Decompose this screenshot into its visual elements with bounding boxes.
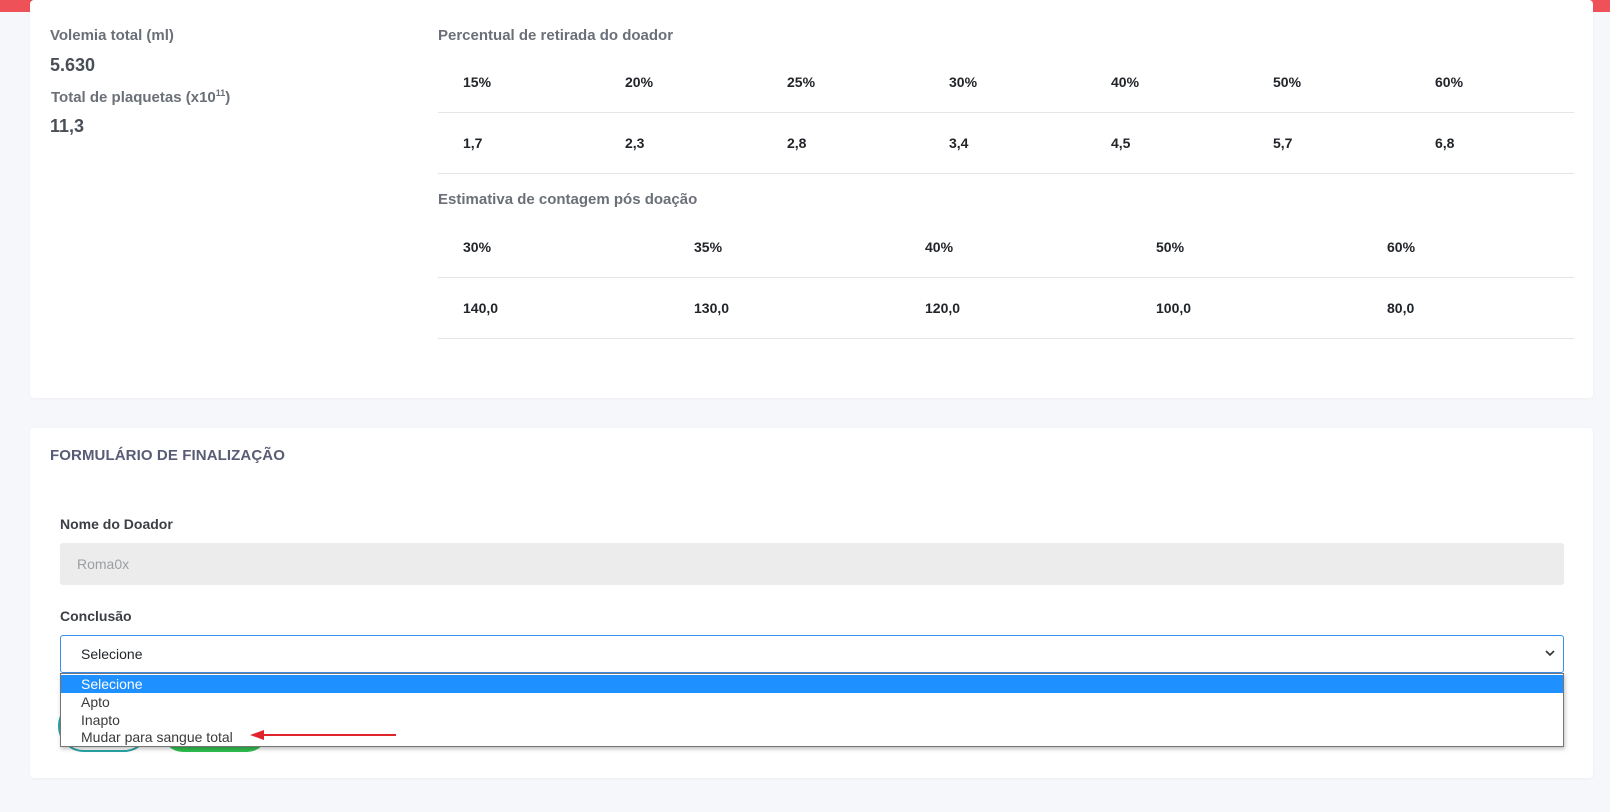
percentual-value-cell: 6,8 xyxy=(1435,135,1455,151)
estimativa-value-cell: 140,0 xyxy=(463,300,499,316)
estimativa-title: Estimativa de contagem pós doação xyxy=(438,191,698,208)
plaquetas-value: 11,3 xyxy=(50,116,85,136)
option-apto[interactable]: Apto xyxy=(61,693,1563,711)
estimativa-value-cell: 130,0 xyxy=(694,300,730,316)
donor-name-input: Roma0x xyxy=(60,543,1564,585)
percentual-value-cell: 2,8 xyxy=(787,135,807,151)
estimativa-value-cell: 100,0 xyxy=(1156,300,1192,316)
estimativa-value-cell: 80,0 xyxy=(1387,300,1415,316)
estimativa-header-cell: 35% xyxy=(694,239,723,255)
option-inapto[interactable]: Inapto xyxy=(61,711,1563,729)
estimativa-header-cell: 30% xyxy=(463,239,492,255)
annotation-arrow-icon xyxy=(250,730,396,740)
percentual-value-row: 1,7 2,3 2,8 3,4 4,5 5,7 6,8 xyxy=(438,113,1574,174)
estimativa-header-cell: 40% xyxy=(925,239,954,255)
volemia-value: 5.630 xyxy=(50,55,96,75)
percentual-value-cell: 4,5 xyxy=(1111,135,1131,151)
plaquetas-label: Total de plaquetas (x1011) xyxy=(51,88,230,106)
donor-name-label: Nome do Doador xyxy=(60,516,173,532)
percentual-header-cell: 60% xyxy=(1435,74,1464,90)
percentual-title: Percentual de retirada do doador xyxy=(438,27,674,44)
percentual-value-cell: 2,3 xyxy=(625,135,645,151)
estimativa-value-row: 140,0 130,0 120,0 100,0 80,0 xyxy=(438,278,1574,339)
plaquetas-label-close: ) xyxy=(225,89,231,106)
plaquetas-label-text: Total de plaquetas (x10 xyxy=(51,89,216,106)
plaquetas-label-exponent: 11 xyxy=(215,88,226,98)
estimativa-header-cell: 50% xyxy=(1156,239,1185,255)
conclusion-select[interactable]: Selecione xyxy=(60,635,1564,673)
conclusion-select-value: Selecione xyxy=(81,646,143,662)
percentual-header-cell: 15% xyxy=(463,74,492,90)
percentual-header-cell: 20% xyxy=(625,74,654,90)
conclusion-label: Conclusão xyxy=(60,608,132,624)
percentual-header-row: 15% 20% 25% 30% 40% 50% 60% xyxy=(438,52,1574,113)
percentual-value-cell: 1,7 xyxy=(463,135,483,151)
volemia-label: Volemia total (ml) xyxy=(50,27,174,44)
form-title: FORMULÁRIO DE FINALIZAÇÃO xyxy=(50,447,285,464)
option-selecione[interactable]: Selecione xyxy=(61,675,1563,693)
percentual-header-cell: 25% xyxy=(787,74,816,90)
percentual-value-cell: 5,7 xyxy=(1273,135,1293,151)
percentual-header-cell: 40% xyxy=(1111,74,1140,90)
estimativa-value-cell: 120,0 xyxy=(925,300,961,316)
estimativa-header-cell: 60% xyxy=(1387,239,1416,255)
chevron-down-icon xyxy=(1545,650,1555,657)
estimativa-header-row: 30% 35% 40% 50% 60% xyxy=(438,217,1574,278)
percentual-value-cell: 3,4 xyxy=(949,135,969,151)
percentual-header-cell: 50% xyxy=(1273,74,1302,90)
percentual-header-cell: 30% xyxy=(949,74,978,90)
